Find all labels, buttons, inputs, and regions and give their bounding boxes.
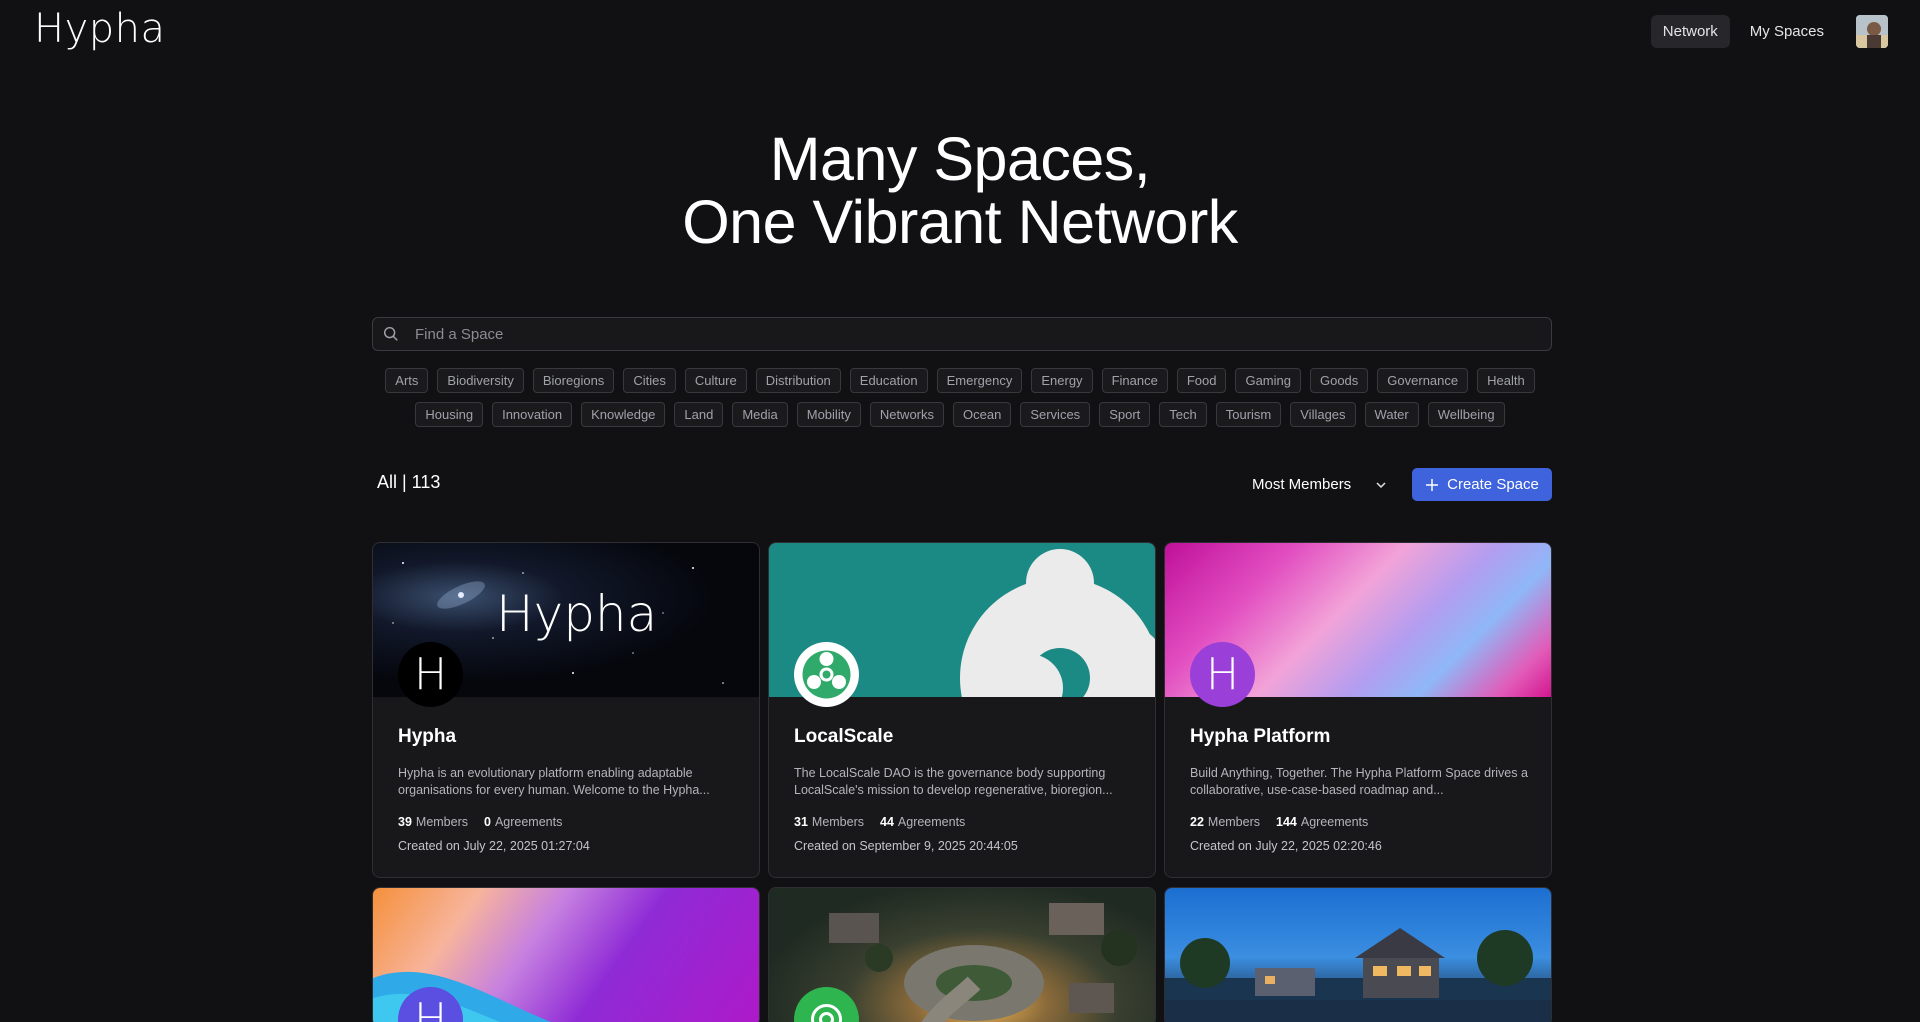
hero-heading: Many Spaces, One Vibrant Network bbox=[0, 128, 1920, 254]
create-space-label: Create Space bbox=[1447, 476, 1539, 493]
agreements-label: Agreements bbox=[897, 815, 966, 829]
tag-biodiversity[interactable]: Biodiversity bbox=[437, 368, 524, 393]
avatar-image bbox=[1856, 15, 1888, 48]
hypha-logo[interactable]: Hypha bbox=[34, 6, 166, 52]
members-count: 39 bbox=[398, 815, 412, 829]
card-cover bbox=[1165, 888, 1551, 1022]
plus-icon bbox=[1426, 478, 1439, 491]
cover-lake-house-photo bbox=[1165, 928, 1551, 1022]
tag-water[interactable]: Water bbox=[1364, 402, 1419, 427]
card-description: The LocalScale DAO is the governance bod… bbox=[794, 766, 1113, 797]
tag-tech[interactable]: Tech bbox=[1159, 402, 1207, 427]
tag-arts[interactable]: Arts bbox=[385, 368, 429, 393]
tag-food[interactable]: Food bbox=[1176, 368, 1227, 393]
card-stats: 31 Members 44 Agreements bbox=[794, 815, 965, 829]
created-date: Created on September 9, 2025 20:44:05 bbox=[794, 839, 1018, 853]
agreements-stat: 144 Agreements bbox=[1276, 815, 1368, 829]
members-label: Members bbox=[1207, 815, 1260, 829]
tag-land[interactable]: Land bbox=[674, 402, 724, 427]
space-card-hypha-platform[interactable]: H Hypha Platform Build Anything, Togethe… bbox=[1164, 542, 1552, 878]
tag-networks[interactable]: Networks bbox=[869, 402, 945, 427]
localscale-icon bbox=[794, 642, 859, 707]
localscale-logo-icon bbox=[802, 650, 851, 699]
tag-ocean[interactable]: Ocean bbox=[953, 402, 1012, 427]
card-title: Hypha Platform bbox=[1190, 726, 1331, 747]
agreements-stat: 0 Agreements bbox=[484, 815, 562, 829]
card-description: Hypha is an evolutionary platform enabli… bbox=[398, 766, 710, 797]
tag-energy[interactable]: Energy bbox=[1031, 368, 1093, 393]
created-date: Created on July 22, 2025 02:20:46 bbox=[1190, 839, 1382, 853]
space-avatar-letter: H bbox=[1205, 649, 1240, 700]
search-icon bbox=[383, 326, 398, 341]
hero-line-2: One Vibrant Network bbox=[682, 188, 1238, 256]
agreements-label: Agreements bbox=[494, 815, 563, 829]
main-nav: Network My Spaces bbox=[1650, 15, 1888, 48]
space-card[interactable] bbox=[1164, 887, 1552, 1022]
space-avatar-letter: H bbox=[413, 994, 448, 1022]
tag-bioregions[interactable]: Bioregions bbox=[532, 368, 615, 393]
tag-sport[interactable]: Sport bbox=[1099, 402, 1151, 427]
tag-cities[interactable]: Cities bbox=[623, 368, 676, 393]
hero-line-1: Many Spaces, bbox=[769, 125, 1151, 193]
card-stats: 22 Members 144 Agreements bbox=[1190, 815, 1368, 829]
chevron-down-icon bbox=[1376, 481, 1386, 488]
cover-logo-text: Hypha bbox=[496, 585, 658, 643]
space-count: All | 113 bbox=[377, 472, 441, 492]
tag-housing[interactable]: Housing bbox=[415, 402, 484, 427]
tag-education[interactable]: Education bbox=[849, 368, 928, 393]
space-avatar-letter: H bbox=[413, 649, 448, 700]
tag-tourism[interactable]: Tourism bbox=[1215, 402, 1282, 427]
members-count: 22 bbox=[1190, 815, 1204, 829]
agreements-count: 44 bbox=[880, 815, 894, 829]
agreements-count: 144 bbox=[1276, 815, 1297, 829]
nav-my-spaces[interactable]: My Spaces bbox=[1738, 15, 1836, 48]
tag-culture[interactable]: Culture bbox=[684, 368, 747, 393]
tag-health[interactable]: Health bbox=[1477, 368, 1535, 393]
members-stat: 22 Members bbox=[1190, 815, 1260, 829]
user-avatar[interactable] bbox=[1856, 15, 1888, 48]
members-label: Members bbox=[811, 815, 864, 829]
agreements-label: Agreements bbox=[1300, 815, 1369, 829]
search-bar[interactable] bbox=[372, 317, 1552, 351]
card-description: Build Anything, Together. The Hypha Plat… bbox=[1190, 766, 1528, 797]
tag-governance[interactable]: Governance bbox=[1377, 368, 1469, 393]
tag-distribution[interactable]: Distribution bbox=[755, 368, 841, 393]
members-stat: 31 Members bbox=[794, 815, 864, 829]
nav-network[interactable]: Network bbox=[1650, 15, 1730, 48]
space-avatar: H bbox=[398, 642, 463, 707]
tag-gaming[interactable]: Gaming bbox=[1235, 368, 1301, 393]
category-tags-row-1: Arts Biodiversity Bioregions Cities Culture D… bbox=[0, 368, 1920, 393]
created-date: Created on July 22, 2025 01:27:04 bbox=[398, 839, 590, 853]
space-card[interactable]: H bbox=[372, 887, 760, 1022]
tag-knowledge[interactable]: Knowledge bbox=[581, 402, 666, 427]
tag-finance[interactable]: Finance bbox=[1101, 368, 1168, 393]
agreements-count: 0 bbox=[484, 815, 491, 829]
space-avatar: H bbox=[1190, 642, 1255, 707]
top-bar: Hypha Network My Spaces bbox=[0, 0, 1920, 64]
agreements-stat: 44 Agreements bbox=[880, 815, 965, 829]
members-stat: 39 Members bbox=[398, 815, 468, 829]
search-input[interactable] bbox=[415, 325, 1515, 343]
members-label: Members bbox=[415, 815, 468, 829]
tag-services[interactable]: Services bbox=[1020, 402, 1091, 427]
card-stats: 39 Members 0 Agreements bbox=[398, 815, 562, 829]
card-title: Hypha bbox=[398, 726, 457, 747]
tag-emergency[interactable]: Emergency bbox=[936, 368, 1023, 393]
create-space-button[interactable]: Create Space bbox=[1412, 468, 1552, 501]
space-card-hypha[interactable]: Hypha H Hypha Hypha is an evolutionary p… bbox=[372, 542, 760, 878]
members-count: 31 bbox=[794, 815, 808, 829]
sort-label: Most Members bbox=[1252, 476, 1352, 493]
tag-innovation[interactable]: Innovation bbox=[492, 402, 573, 427]
space-card[interactable] bbox=[768, 887, 1156, 1022]
card-title: LocalScale bbox=[794, 726, 894, 747]
tag-mobility[interactable]: Mobility bbox=[796, 402, 861, 427]
sort-select[interactable]: Most Members bbox=[1240, 468, 1400, 501]
tag-goods[interactable]: Goods bbox=[1309, 368, 1369, 393]
space-card-localscale[interactable]: LocalScale The LocalScale DAO is the gov… bbox=[768, 542, 1156, 878]
tag-wellbeing[interactable]: Wellbeing bbox=[1427, 402, 1505, 427]
category-tags-row-2: Housing Innovation Knowledge Land Media Mobil… bbox=[0, 402, 1920, 427]
tag-villages[interactable]: Villages bbox=[1290, 402, 1356, 427]
tag-media[interactable]: Media bbox=[732, 402, 788, 427]
